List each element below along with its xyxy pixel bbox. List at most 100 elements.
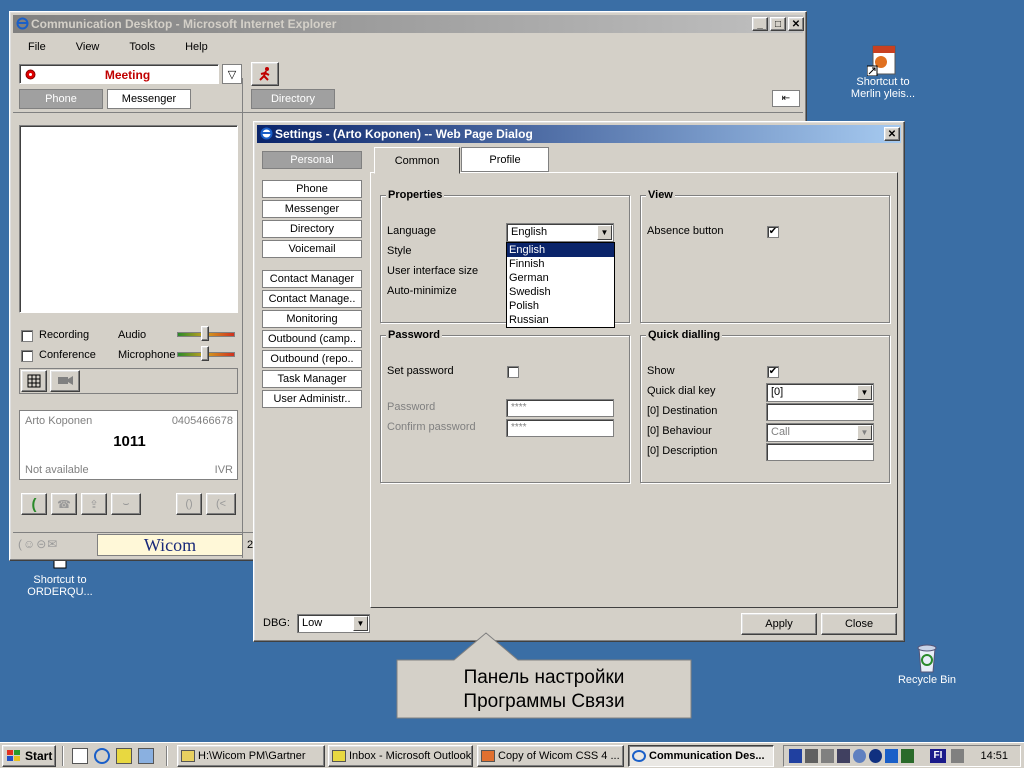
globe-icon[interactable] (853, 749, 866, 763)
language-indicator[interactable]: FI (930, 749, 946, 763)
menu-tools[interactable]: Tools (114, 38, 170, 58)
park-button[interactable]: () (176, 493, 202, 515)
nav-voicemail[interactable]: Voicemail (262, 240, 362, 258)
apply-button[interactable]: Apply (741, 613, 817, 635)
nav-messenger[interactable]: Messenger (262, 200, 362, 218)
tab-messenger[interactable]: Messenger (107, 89, 191, 109)
presence-select[interactable]: Meeting (19, 64, 219, 84)
tab-directory[interactable]: Directory (251, 89, 335, 109)
audio-slider-thumb[interactable] (201, 326, 209, 341)
nav-task-manager[interactable]: Task Manager (262, 370, 362, 388)
tab-phone[interactable]: Phone (19, 89, 103, 109)
nav-monitoring[interactable]: Monitoring (262, 310, 362, 328)
outlook-icon[interactable] (116, 748, 132, 764)
ie-menubar: File View Tools Help (13, 38, 803, 58)
nav-personal[interactable]: Personal (262, 151, 362, 169)
close-button[interactable]: Close (821, 613, 897, 635)
shield-icon[interactable] (789, 749, 802, 763)
destination-input[interactable] (766, 403, 874, 421)
monitor-icon[interactable] (837, 749, 850, 763)
dialog-close-icon[interactable]: ✕ (884, 127, 900, 141)
behaviour-label: [0] Behaviour (647, 425, 712, 437)
powerpoint-icon (481, 750, 495, 762)
password-input[interactable]: **** (506, 399, 614, 417)
language-option-finnish[interactable]: Finnish (507, 257, 614, 271)
language-select[interactable]: English ▼ (506, 223, 614, 242)
tab-common[interactable]: Common (374, 147, 460, 174)
task-gartner[interactable]: H:\Wicom PM\Gartner (177, 745, 325, 767)
description-label: [0] Description (647, 445, 718, 457)
presence-value: Meeting (104, 68, 151, 82)
style-label: Style (387, 245, 412, 257)
collapse-icon[interactable]: ⇤ (772, 90, 800, 107)
clock[interactable]: 14:51 (980, 750, 1008, 762)
nav-outbound-campaign[interactable]: Outbound (camp.. (262, 330, 362, 348)
nav-phone[interactable]: Phone (262, 180, 362, 198)
antivirus-icon[interactable] (885, 749, 898, 763)
nav-contact-manager-2[interactable]: Contact Manage.. (262, 290, 362, 308)
view-legend: View (646, 189, 675, 201)
nav-contact-manager[interactable]: Contact Manager (262, 270, 362, 288)
quick-dial-key-select[interactable]: [0] ▼ (766, 383, 874, 402)
nav-user-administration[interactable]: User Administr.. (262, 390, 362, 408)
video-button[interactable] (50, 370, 80, 392)
running-man-button[interactable] (251, 62, 279, 86)
desktop-icon-orderqu[interactable]: Shortcut to ORDERQU... (20, 560, 100, 598)
transfer-button[interactable]: ⇪ (81, 493, 107, 515)
recording-checkbox[interactable] (21, 330, 33, 342)
start-button[interactable]: Start (2, 745, 56, 767)
quick-launch (72, 748, 154, 764)
behaviour-select[interactable]: Call ▼ (766, 423, 874, 442)
nav-directory[interactable]: Directory (262, 220, 362, 238)
speaker-icon[interactable] (805, 749, 818, 763)
password-label: Password (387, 401, 436, 413)
dbg-label: DBG: (263, 617, 290, 629)
presence-dropdown-icon[interactable]: ▽ (222, 64, 242, 84)
tool-icon[interactable] (951, 749, 964, 763)
ie-icon[interactable] (94, 748, 110, 764)
chevron-down-icon[interactable]: ▼ (353, 616, 368, 631)
phone-hangup-icon: ☎ (57, 498, 71, 511)
language-option-swedish[interactable]: Swedish (507, 285, 614, 299)
ie-window-title: Communication Desktop - Microsoft Intern… (31, 17, 337, 31)
chevron-down-icon[interactable]: ▼ (857, 425, 872, 440)
language-option-english[interactable]: English (507, 243, 614, 257)
keypad-button[interactable] (21, 370, 47, 392)
desktop-icon-recycle-bin[interactable]: Recycle Bin (887, 642, 967, 686)
explorer-icon[interactable] (138, 748, 154, 764)
moon-icon[interactable] (869, 749, 882, 763)
task-outlook[interactable]: Inbox - Microsoft Outlook (328, 745, 473, 767)
network-icon[interactable] (821, 749, 834, 763)
close-icon[interactable]: ✕ (788, 17, 804, 31)
conference-call-button[interactable]: (< (206, 493, 236, 515)
messenger-area[interactable] (19, 125, 238, 313)
task-wicom-css[interactable]: Copy of Wicom CSS 4 ... (477, 745, 624, 767)
desktop-icon-merlin[interactable]: Shortcut to Merlin yleis... (843, 44, 923, 100)
description-input[interactable] (766, 443, 874, 461)
dbg-select[interactable]: Low ▼ (297, 614, 370, 633)
menu-view[interactable]: View (61, 38, 115, 58)
tab-profile[interactable]: Profile (461, 147, 549, 172)
confirm-password-input[interactable]: **** (506, 419, 614, 437)
absence-button-checkbox[interactable]: ✔ (767, 226, 779, 238)
maximize-icon[interactable]: □ (770, 17, 786, 31)
show-desktop-icon[interactable] (72, 748, 88, 764)
chevron-down-icon[interactable]: ▼ (597, 225, 612, 240)
answer-call-button[interactable]: ( (21, 493, 47, 515)
menu-help[interactable]: Help (170, 38, 223, 58)
menu-file[interactable]: File (13, 38, 61, 58)
hangup-button[interactable]: ☎ (51, 493, 77, 515)
sync-icon[interactable] (901, 749, 914, 763)
chevron-down-icon[interactable]: ▼ (857, 385, 872, 400)
show-checkbox[interactable]: ✔ (767, 366, 779, 378)
conference-checkbox[interactable] (21, 350, 33, 362)
hold-button[interactable]: ⌣ (111, 493, 141, 515)
microphone-slider-thumb[interactable] (201, 346, 209, 361)
language-option-german[interactable]: German (507, 271, 614, 285)
language-option-russian[interactable]: Russian (507, 313, 614, 327)
set-password-checkbox[interactable] (507, 366, 519, 378)
minimize-icon[interactable]: _ (752, 17, 768, 31)
nav-outbound-reports[interactable]: Outbound (repo.. (262, 350, 362, 368)
task-communication-desktop[interactable]: Communication Des... (628, 745, 774, 767)
language-option-polish[interactable]: Polish (507, 299, 614, 313)
